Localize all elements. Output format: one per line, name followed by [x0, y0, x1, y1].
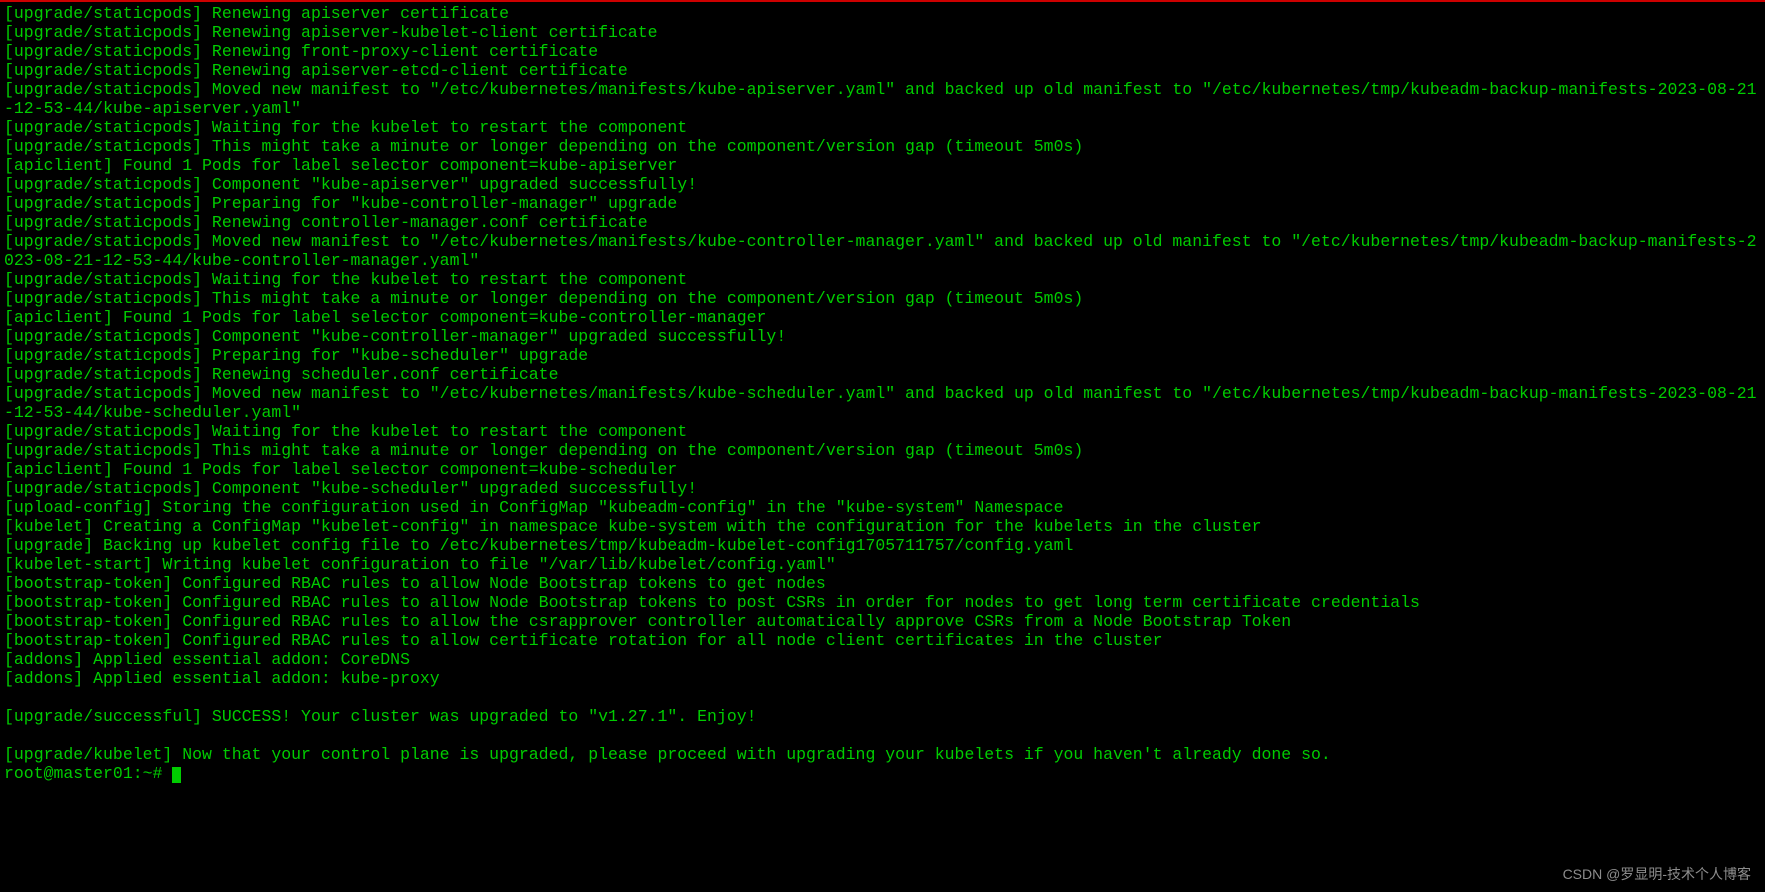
output-lines: [upgrade/staticpods] Renewing apiserver … [4, 4, 1757, 764]
shell-prompt: root@master01:~# [4, 764, 172, 783]
cursor [172, 767, 181, 783]
terminal-output[interactable]: [upgrade/staticpods] Renewing apiserver … [0, 2, 1765, 783]
watermark-text: CSDN @罗显明-技术个人博客 [1563, 864, 1751, 884]
